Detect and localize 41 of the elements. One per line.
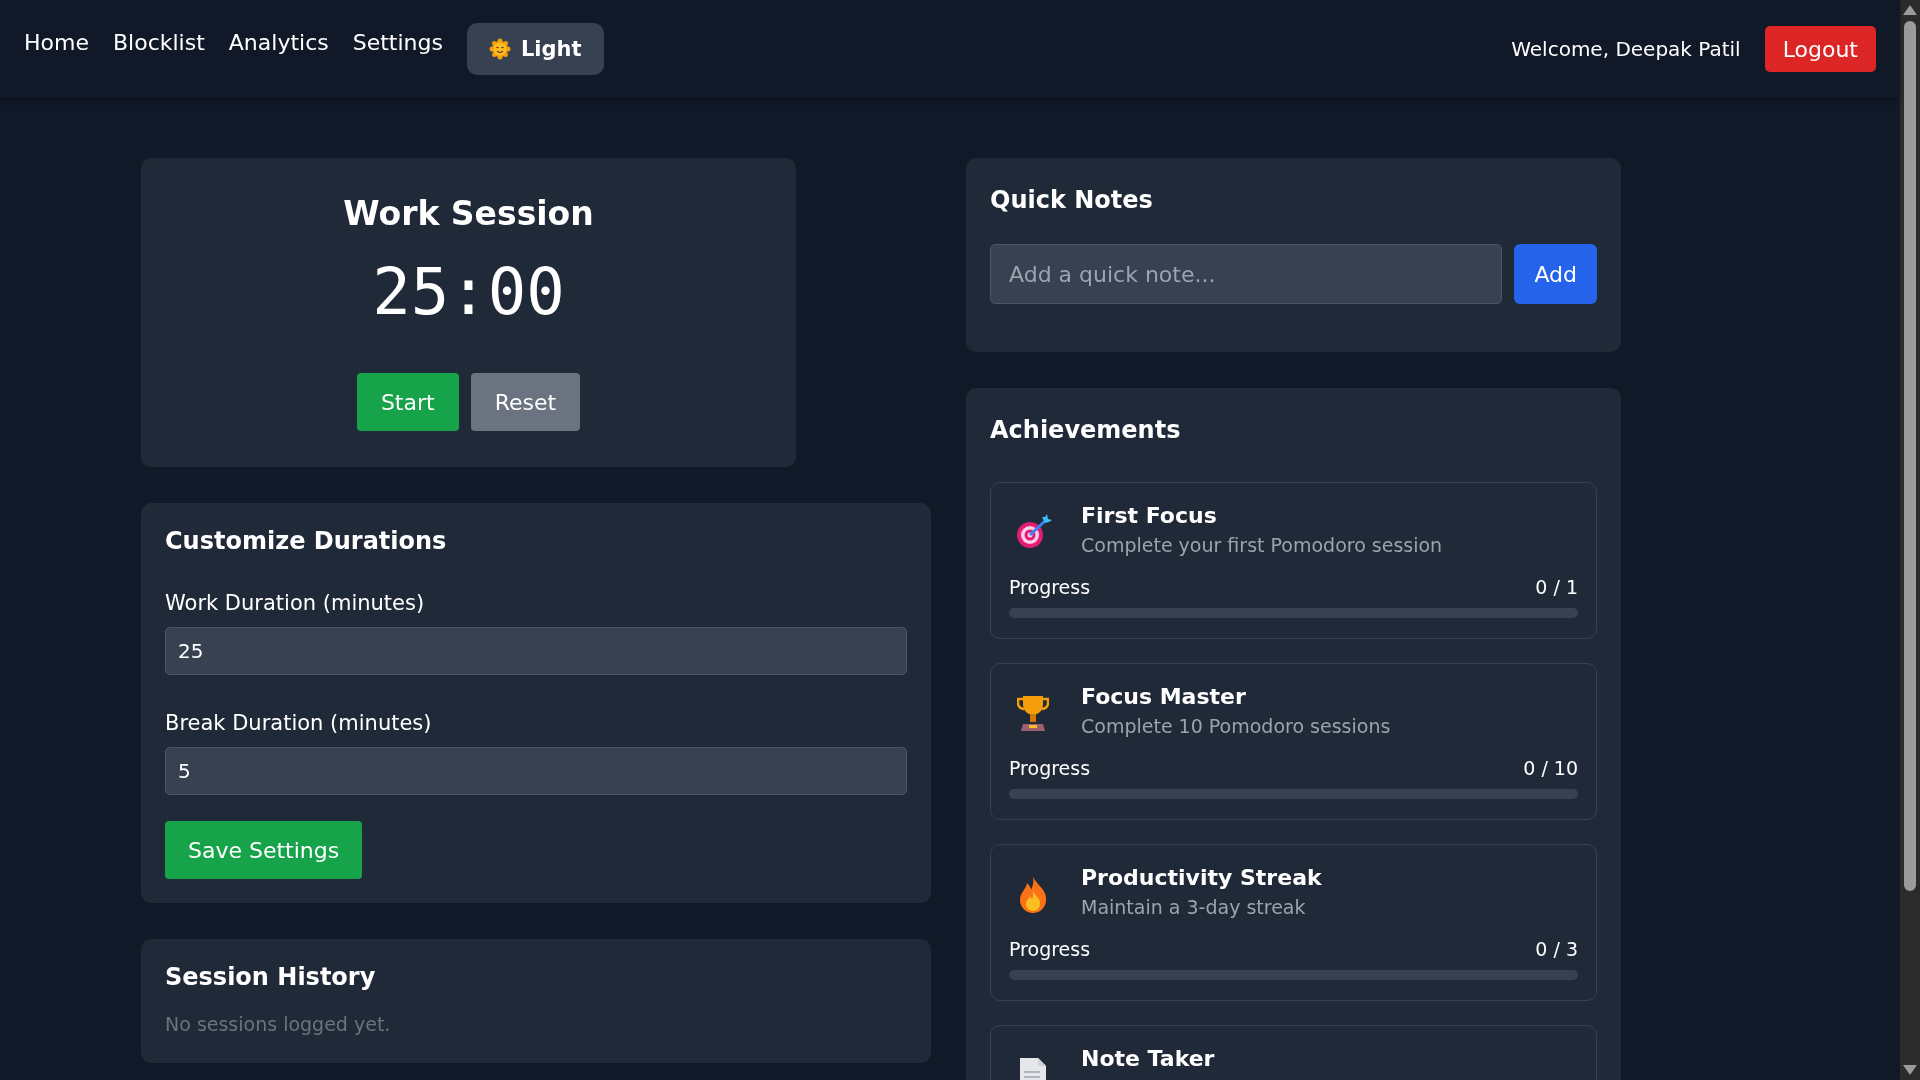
- smiling-sun-icon: [488, 38, 511, 60]
- section-title: Achievements: [990, 416, 1182, 444]
- logout-button[interactable]: Logout: [1764, 26, 1876, 72]
- field-label: Break Duration (minutes): [165, 711, 433, 735]
- achievement-name: Productivity Streak: [1081, 865, 1322, 890]
- achievement-name: First Focus: [1081, 503, 1218, 528]
- reset-button[interactable]: Reset: [470, 373, 581, 431]
- scrollbar-thumb[interactable]: [1904, 21, 1916, 891]
- welcome-text: Welcome, Deepak Patil: [1511, 37, 1741, 61]
- section-title: Customize Durations: [165, 527, 448, 555]
- trophy-icon: [1017, 694, 1049, 732]
- progress-label: Progress: [1009, 938, 1091, 960]
- section-title: Session History: [165, 963, 377, 991]
- field-label: Work Duration (minutes): [165, 591, 426, 615]
- session-title: Work Session: [342, 194, 595, 233]
- achievement-description: Complete your first Pomodoro session: [1081, 534, 1443, 556]
- target-icon: [1014, 513, 1052, 551]
- scroll-up-arrow-icon[interactable]: [1903, 5, 1917, 15]
- achievement-name: Note Taker: [1081, 1046, 1215, 1071]
- scroll-down-arrow-icon[interactable]: [1903, 1065, 1917, 1075]
- add-button[interactable]: Add: [1514, 244, 1597, 304]
- theme-toggle-button[interactable]: Light: [466, 23, 604, 75]
- nav-link[interactable]: Analytics: [228, 25, 329, 59]
- flame-icon: [1018, 875, 1048, 913]
- progress-count: 0 / 1: [1535, 576, 1578, 598]
- progress-count: 0 / 3: [1535, 938, 1578, 960]
- nav-link[interactable]: Blocklist: [112, 25, 205, 59]
- progress-label: Progress: [1009, 757, 1091, 779]
- achievement-description: Maintain a 3-day streak: [1081, 896, 1307, 918]
- achievement-name: Focus Master: [1081, 684, 1247, 709]
- section-title: Quick Notes: [990, 186, 1154, 214]
- number-input[interactable]: 25: [165, 627, 907, 675]
- achievement-description: Complete 10 Pomodoro sessions: [1081, 715, 1391, 737]
- timer-display: 25:00: [371, 255, 566, 329]
- note-input[interactable]: Add a quick note...: [990, 244, 1503, 304]
- number-input[interactable]: 5: [165, 747, 907, 795]
- empty-message: No sessions logged yet.: [165, 1013, 392, 1035]
- nav-link[interactable]: Settings: [352, 25, 443, 59]
- nav-link[interactable]: Home: [24, 25, 89, 59]
- progress-label: Progress: [1009, 576, 1091, 598]
- progress-count: 0 / 10: [1523, 757, 1578, 779]
